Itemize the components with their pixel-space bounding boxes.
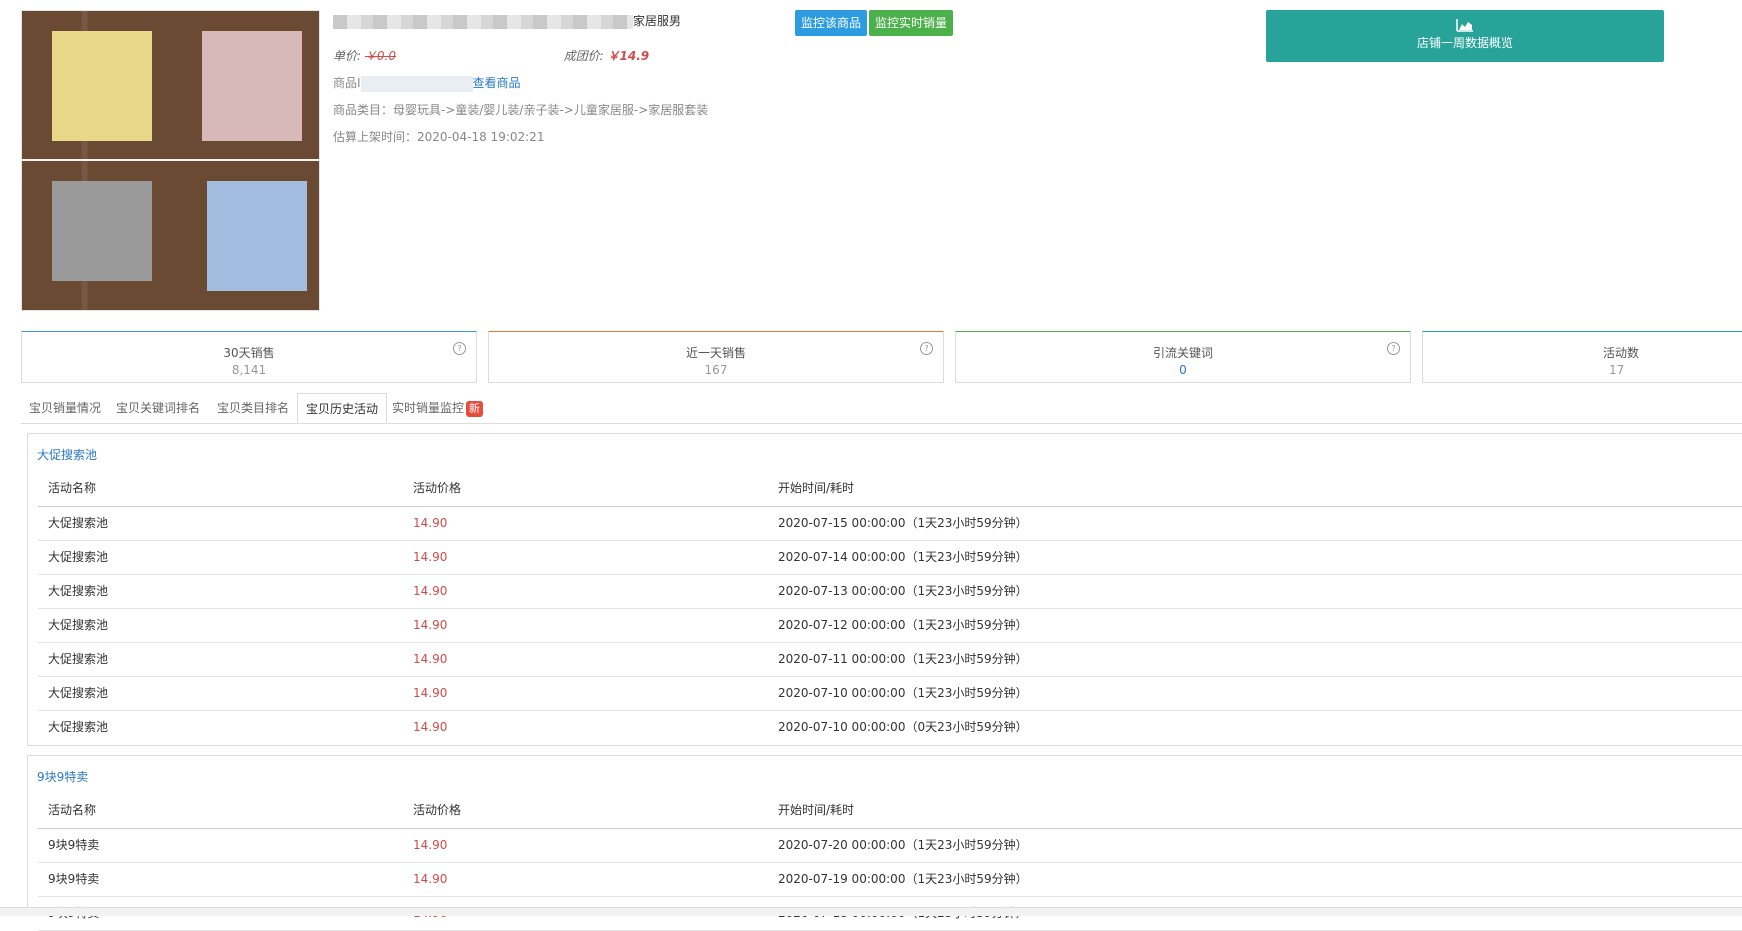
cell-time: 2020-07-14 00:00:00（1天23小时59分钟） [778,550,1028,564]
table-row: 大促搜索池 14.90 2020-07-13 00:00:00（1天23小时59分钟… [38,575,1742,609]
tab-realtime-monitor[interactable]: 实时销量监控新 [384,393,491,423]
cell-name: 大促搜索池 [48,618,109,632]
tab-bar: 宝贝销量情况 宝贝关键词排名 宝贝类目排名 宝贝历史活动 实时销量监控新 [21,393,1742,424]
product-id-mask [360,75,473,92]
help-icon[interactable]: ? [1387,342,1400,355]
tab-history-activity[interactable]: 宝贝历史活动 [297,393,388,423]
image-region [52,31,152,141]
cell-name: 9块9特卖 [48,872,100,886]
cell-price: 14.90 [413,838,448,852]
table-row: 大促搜索池 14.90 2020-07-11 00:00:00（1天23小时59分钟… [38,643,1742,677]
product-id-label: 商品I [333,76,361,90]
col-price-header: 活动价格 [413,481,462,495]
title-mask [333,14,633,29]
store-overview-button[interactable]: 店铺一周数据概览 [1266,10,1664,62]
cell-time: 2020-07-20 00:00:00（1天23小时59分钟） [778,838,1028,852]
panel-title[interactable]: 大促搜索池 [37,446,97,463]
table-row: 大促搜索池 14.90 2020-07-14 00:00:00（1天23小时59分钟… [38,541,1742,575]
stat-card-keywords: 引流关键词 0 ? [955,331,1411,383]
cell-name: 大促搜索池 [48,584,109,598]
product-image[interactable] [21,10,320,311]
help-icon[interactable]: ? [920,342,933,355]
cell-time: 2020-07-19 00:00:00（1天23小时59分钟） [778,872,1028,886]
area-chart-icon [1456,19,1473,32]
stat-label: 近一天销售 [685,346,746,360]
stat-value[interactable]: 0 [956,363,1410,377]
stat-value: 8,141 [231,363,267,377]
cell-price: 14.90 [413,652,448,666]
cell-name: 大促搜索池 [48,652,109,666]
stat-card-1day-sales: 近一天销售 167 ? [488,331,944,383]
cell-name: 大促搜索池 [48,516,109,530]
price-line: 单价: ￥0.0 成团价: ￥14.9 [333,47,649,64]
monitor-sales-button[interactable]: 监控实时销量 [869,10,954,36]
table-row: 大促搜索池 14.90 2020-07-15 00:00:00（1天23小时59分钟… [38,507,1742,541]
table-header-row: 活动名称 活动价格 开始时间/耗时 [38,794,1742,829]
col-time-header: 开始时间/耗时 [778,481,855,495]
table-header-row: 活动名称 活动价格 开始时间/耗时 [38,472,1742,507]
deal-price-label: 成团价: [563,49,604,63]
panel-title[interactable]: 9块9特卖 [37,768,88,785]
listed-time-line: 估算上架时间：2020-04-18 19:02:21 [333,130,545,144]
cell-price: 14.90 [413,686,448,700]
cell-name: 大促搜索池 [48,720,109,734]
title-suffix: 家居服男 [633,14,682,28]
cell-time: 2020-07-15 00:00:00（1天23小时59分钟） [778,516,1028,530]
cell-time: 2020-07-12 00:00:00（1天23小时59分钟） [778,618,1028,632]
image-region [52,181,152,281]
table-row: 9块9特卖 14.90 2020-07-19 00:00:00（1天23小时59分钟… [38,863,1742,897]
image-region [207,181,307,291]
activity-table: 活动名称 活动价格 开始时间/耗时 大促搜索池 14.90 2020-07-15 0… [38,472,1742,744]
monitor-product-button[interactable]: 监控该商品 [795,10,868,36]
stat-value: 17 [1609,363,1625,377]
tab-category-rank[interactable]: 宝贝类目排名 [209,393,297,423]
unit-price: ￥0.0 [364,49,396,63]
image-divider [22,159,319,161]
help-icon[interactable]: ? [453,342,466,355]
col-time-header: 开始时间/耗时 [778,803,855,817]
cell-time: 2020-07-11 00:00:00（1天23小时59分钟） [778,652,1028,666]
product-title: 家居服男 [333,12,681,29]
stat-label: 引流关键词 [1152,346,1213,360]
cell-price: 14.90 [413,720,448,734]
image-region [202,31,302,141]
col-price-header: 活动价格 [413,803,462,817]
cell-time: 2020-07-13 00:00:00（1天23小时59分钟） [778,584,1028,598]
cell-name: 大促搜索池 [48,550,109,564]
unit-price-label: 单价: [333,49,362,63]
store-overview-label: 店铺一周数据概览 [1416,36,1513,50]
category-line: 商品类目：母婴玩具->童装/婴儿装/亲子装->儿童家居服->家居服套装 [333,103,709,117]
stat-label: 活动数 [1603,346,1640,360]
table-row: 大促搜索池 14.90 2020-07-10 00:00:00（1天23小时59分钟… [38,677,1742,711]
cell-name: 9块9特卖 [48,838,100,852]
table-row: 9块9特卖 14.90 2020-07-20 00:00:00（1天23小时59分钟… [38,829,1742,863]
stat-card-activities: 活动数 17 [1422,331,1742,383]
stat-label: 30天销售 [223,346,275,360]
cell-time: 2020-07-10 00:00:00（1天23小时59分钟） [778,686,1028,700]
cell-name: 大促搜索池 [48,686,109,700]
view-product-link[interactable]: 查看商品 [473,76,521,90]
cell-price: 14.90 [413,618,448,632]
stat-value: 167 [704,363,728,377]
activity-panel-big-promo: 大促搜索池 活动名称 活动价格 开始时间/耗时 大促搜索池 14.90 2020-0… [27,433,1742,746]
stat-card-30day-sales: 30天销售 8,141 ? [21,331,477,383]
table-row: 大促搜索池 14.90 2020-07-12 00:00:00（1天23小时59分钟… [38,609,1742,643]
tab-sales[interactable]: 宝贝销量情况 [21,393,109,423]
col-name-header: 活动名称 [48,803,97,817]
cell-price: 14.90 [413,584,448,598]
activity-panel-99-sale: 9块9特卖 活动名称 活动价格 开始时间/耗时 9块9特卖 14.90 2020-0… [27,755,1742,931]
tab-label: 实时销量监控 [392,401,465,415]
deal-price: ￥14.9 [607,49,650,63]
cell-time: 2020-07-10 00:00:00（0天23小时59分钟） [778,720,1028,734]
cell-price: 14.90 [413,516,448,530]
cell-price: 14.90 [413,550,448,564]
col-name-header: 活动名称 [48,481,97,495]
table-row: 大促搜索池 14.90 2020-07-10 00:00:00（0天23小时59分钟… [38,711,1742,744]
tab-keyword-rank[interactable]: 宝贝关键词排名 [108,393,208,423]
new-badge: 新 [466,401,484,417]
product-id-line: 商品I 查看商品 [333,74,521,92]
cell-price: 14.90 [413,872,448,886]
